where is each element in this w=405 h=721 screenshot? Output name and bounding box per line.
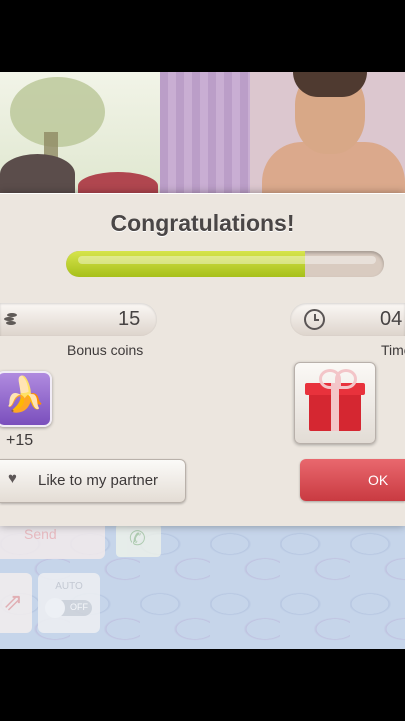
ok-button-label: OK [368, 472, 389, 488]
toggle-knob [45, 598, 65, 618]
progress-fill [66, 251, 305, 277]
banana-icon: 🍌 [3, 376, 46, 414]
time-pill: 04 [290, 303, 405, 336]
bonus-coins-pill: 15 [0, 303, 157, 336]
bonus-coins-value: 15 [118, 308, 141, 330]
send-label: Send [24, 526, 57, 542]
like-button-label: Like to my partner [38, 472, 159, 489]
congratulations-dialog: Congratulations! 15 Bonus coins 04 Time … [0, 193, 405, 526]
auto-label: AUTO [55, 581, 83, 592]
dialog-title: Congratulations! [110, 210, 295, 236]
clock-icon [304, 309, 325, 330]
auto-toggle-text: OFF [70, 602, 88, 612]
bottom-controls: Send ✆ ⇗ AUTO OFF [0, 524, 405, 649]
time-caption: Time [381, 342, 405, 358]
dark-hat [0, 154, 75, 194]
share-icon: ⇗ [3, 589, 24, 616]
progress-shine [78, 256, 376, 264]
send-button[interactable]: Send [0, 524, 105, 559]
like-to-partner-button[interactable]: ♥ Like to my partner [0, 459, 186, 503]
auto-button[interactable]: AUTO OFF [38, 573, 100, 633]
coins-icon [4, 313, 17, 325]
ok-button[interactable]: OK [300, 459, 405, 501]
bonus-coins-caption: Bonus coins [67, 342, 144, 358]
share-button[interactable]: ⇗ [0, 573, 32, 633]
phone-icon: ✆ [129, 528, 146, 550]
gift-bow-right [335, 369, 357, 389]
phone-button[interactable]: ✆ [116, 524, 161, 557]
gift-button[interactable] [294, 362, 376, 444]
heart-icon: ♥ [8, 470, 17, 487]
progress-bar [66, 251, 384, 277]
reward-amount: +15 [6, 432, 34, 449]
auto-toggle[interactable]: OFF [45, 598, 92, 618]
banana-reward-item: 🍌 [0, 371, 52, 427]
gift-ribbon [331, 383, 339, 431]
curtain [160, 72, 255, 197]
time-value: 04 [380, 308, 403, 330]
